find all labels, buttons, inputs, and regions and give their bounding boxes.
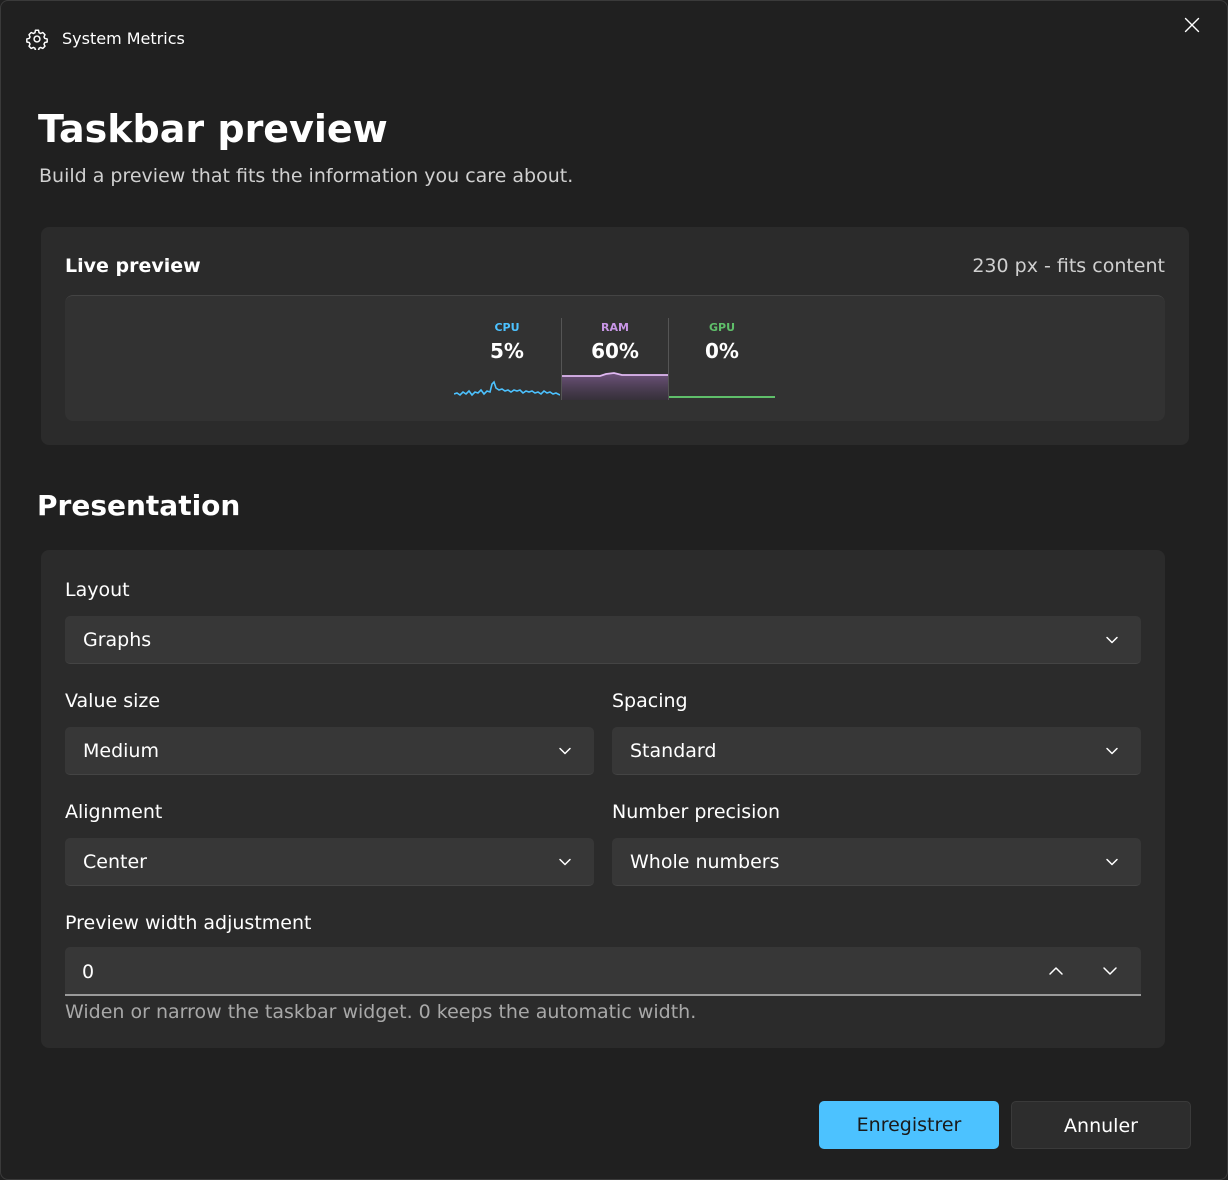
cancel-button[interactable]: Annuler — [1011, 1101, 1191, 1149]
live-preview-title: Live preview — [65, 255, 201, 277]
chevron-up-icon — [1049, 967, 1063, 975]
gear-icon — [26, 28, 48, 52]
layout-label: Layout — [65, 579, 130, 601]
number-precision-value: Whole numbers — [630, 851, 780, 873]
value-size-value: Medium — [83, 740, 159, 762]
cpu-graph — [454, 380, 560, 397]
increment-button[interactable] — [1041, 957, 1071, 985]
metric-ram: RAM 60% — [562, 316, 668, 400]
preview-width-input[interactable]: 0 — [65, 947, 1141, 996]
chevron-down-icon — [1103, 967, 1117, 975]
chevron-down-icon — [559, 747, 571, 755]
page-title: Taskbar preview — [38, 107, 388, 151]
spacing-dropdown[interactable]: Standard — [612, 727, 1141, 775]
metric-gpu: GPU 0% — [669, 316, 775, 400]
decrement-button[interactable] — [1095, 957, 1125, 985]
layout-dropdown[interactable]: Graphs — [65, 616, 1141, 664]
close-icon — [1184, 17, 1200, 33]
value-size-dropdown[interactable]: Medium — [65, 727, 594, 775]
preview-width-label: Preview width adjustment — [65, 912, 312, 934]
presentation-card: Layout Graphs Value size Medium Spacing … — [41, 550, 1165, 1048]
alignment-dropdown[interactable]: Center — [65, 838, 594, 886]
page-subtitle: Build a preview that fits the informatio… — [39, 165, 574, 187]
metric-label: CPU — [494, 321, 520, 334]
alignment-value: Center — [83, 851, 147, 873]
metric-label: RAM — [601, 321, 629, 334]
close-button[interactable] — [1173, 7, 1211, 43]
live-preview-card: Live preview 230 px - fits content CPU 5… — [41, 227, 1189, 445]
gpu-graph — [669, 396, 775, 398]
save-button[interactable]: Enregistrer — [819, 1101, 999, 1149]
ram-graph — [562, 372, 668, 400]
chevron-down-icon — [1106, 858, 1118, 866]
number-precision-dropdown[interactable]: Whole numbers — [612, 838, 1141, 886]
settings-window: System Metrics Taskbar preview Build a p… — [0, 0, 1228, 1180]
window-title: System Metrics — [62, 29, 185, 48]
spacing-value: Standard — [630, 740, 717, 762]
preview-width-helper: Widen or narrow the taskbar widget. 0 ke… — [65, 1001, 697, 1023]
spacing-label: Spacing — [612, 690, 688, 712]
preview-width-info: 230 px - fits content — [972, 255, 1165, 277]
metric-cpu: CPU 5% — [454, 316, 560, 400]
preview-width-value: 0 — [82, 961, 95, 983]
layout-value: Graphs — [83, 629, 152, 651]
chevron-down-icon — [1106, 636, 1118, 644]
taskbar-preview: CPU 5% RAM 60% GPU 0% — [65, 295, 1165, 421]
alignment-label: Alignment — [65, 801, 163, 823]
value-size-label: Value size — [65, 690, 161, 712]
chevron-down-icon — [559, 858, 571, 866]
presentation-title: Presentation — [37, 489, 241, 522]
number-precision-label: Number precision — [612, 801, 781, 823]
chevron-down-icon — [1106, 747, 1118, 755]
metric-label: GPU — [708, 321, 736, 334]
